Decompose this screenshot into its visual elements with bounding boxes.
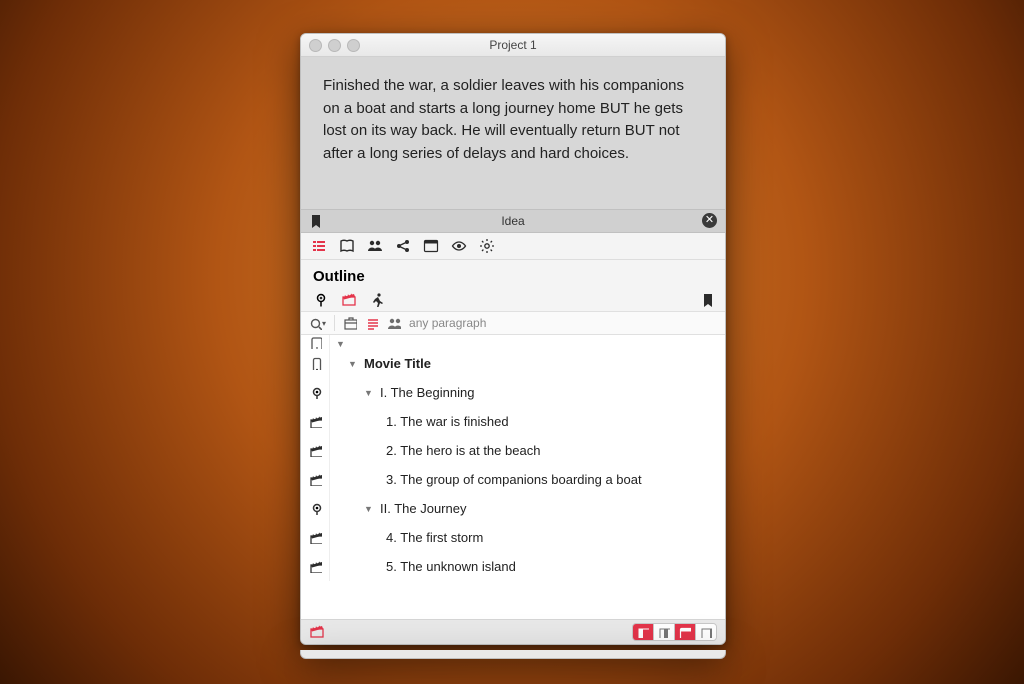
outline-view-icon[interactable]	[311, 238, 327, 254]
outline-label: II. The Journey	[380, 501, 466, 516]
main-toolbar	[301, 233, 725, 260]
outline-row-scene[interactable]: 3. The group of companions boarding a bo…	[301, 465, 725, 494]
app-window: Project 1 Finished the war, a soldier le…	[300, 33, 726, 645]
outline-row-scene[interactable]: 1. The war is finished	[301, 407, 725, 436]
outline-label: Movie Title	[364, 356, 431, 371]
layout-right-panel[interactable]	[695, 624, 716, 640]
section-title: Outline	[301, 260, 725, 289]
tab-action-icon[interactable]	[369, 292, 385, 308]
filter-row: ▾ any paragraph	[301, 312, 725, 335]
bookmark-outline-icon[interactable]	[701, 293, 715, 307]
book-view-icon[interactable]	[339, 238, 355, 254]
outline-row-project[interactable]: ▼	[301, 335, 725, 349]
outline-row-scene[interactable]: 5. The unknown island	[301, 552, 725, 581]
tab-scene-icon[interactable]	[341, 292, 357, 308]
filter-placeholder[interactable]: any paragraph	[409, 316, 486, 330]
layout-center-panel[interactable]	[653, 624, 674, 640]
outline-row-scene[interactable]: 4. The first storm	[301, 523, 725, 552]
people-icon[interactable]	[367, 238, 383, 254]
tab-location-icon[interactable]	[313, 292, 329, 308]
phone-icon	[309, 357, 322, 370]
outline-label: 5. The unknown island	[386, 559, 516, 574]
footer-clapper-icon[interactable]	[309, 624, 325, 640]
filter-box-icon[interactable]	[343, 316, 357, 330]
clapper-icon	[309, 473, 322, 486]
window-title: Project 1	[301, 38, 725, 52]
share-icon[interactable]	[395, 238, 411, 254]
layout-left-panel[interactable]	[633, 624, 653, 640]
clapper-icon	[309, 444, 322, 457]
layout-icon[interactable]	[423, 238, 439, 254]
close-icon[interactable]: ✕	[702, 213, 717, 228]
idea-bar: Idea ✕	[301, 209, 725, 233]
outline-label: 3. The group of companions boarding a bo…	[386, 472, 642, 487]
footer	[301, 619, 725, 644]
outline-tree[interactable]: ▼ ▼Movie Title ▼I. The Beginning 1. The …	[301, 335, 725, 619]
clapper-icon	[309, 415, 322, 428]
outline-row-scene[interactable]: 2. The hero is at the beach	[301, 436, 725, 465]
layout-card-panel[interactable]	[674, 624, 695, 640]
pin-icon	[309, 386, 322, 399]
filter-lines-icon[interactable]	[365, 316, 379, 330]
clapper-icon	[309, 531, 322, 544]
idea-text[interactable]: Finished the war, a soldier leaves with …	[301, 57, 725, 209]
outline-row-act1[interactable]: ▼I. The Beginning	[301, 378, 725, 407]
window-shadow-strip	[300, 650, 726, 659]
idea-label: Idea	[301, 214, 725, 228]
preview-icon[interactable]	[451, 238, 467, 254]
pin-icon	[309, 502, 322, 515]
outline-label: I. The Beginning	[380, 385, 474, 400]
outline-label: 2. The hero is at the beach	[386, 443, 540, 458]
titlebar[interactable]: Project 1	[301, 34, 725, 57]
layout-segmented[interactable]	[632, 623, 717, 641]
outline-row-act2[interactable]: ▼II. The Journey	[301, 494, 725, 523]
settings-icon[interactable]	[479, 238, 495, 254]
search-icon[interactable]: ▾	[309, 317, 326, 330]
outline-tabs	[301, 289, 725, 312]
outline-label: 1. The war is finished	[386, 414, 509, 429]
clapper-icon	[309, 560, 322, 573]
outline-row-root[interactable]: ▼Movie Title	[301, 349, 725, 378]
outline-label: 4. The first storm	[386, 530, 483, 545]
filter-people-icon[interactable]	[387, 316, 401, 330]
